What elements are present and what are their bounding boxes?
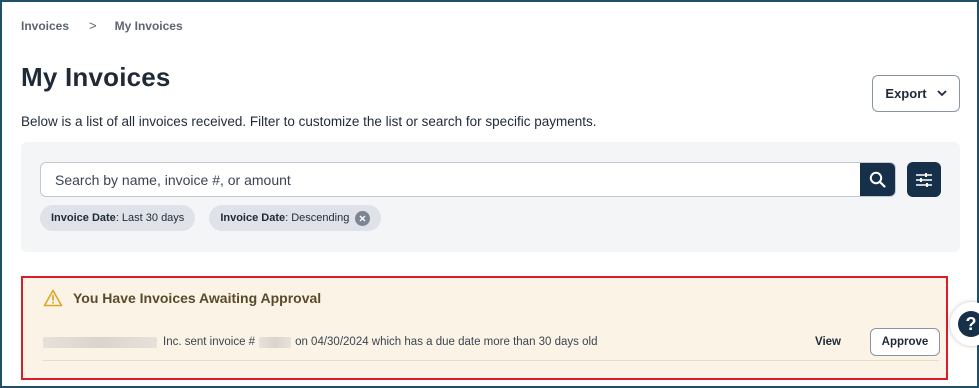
redacted-invoice-number — [259, 336, 292, 348]
filter-panel: Invoice Date : Last 30 days Invoice Date… — [21, 142, 960, 252]
filter-chip-value: : Descending — [285, 212, 350, 224]
chevron-right-icon: > — [89, 18, 97, 33]
chevron-down-icon — [936, 90, 947, 97]
breadcrumb-link-invoices[interactable]: Invoices — [21, 19, 69, 33]
filter-chip-date-range[interactable]: Invoice Date : Last 30 days — [40, 205, 196, 231]
export-button-label: Export — [885, 86, 927, 101]
alert-row-text-part2: on 04/30/2024 which has a due date more … — [295, 336, 598, 348]
warning-icon — [43, 289, 63, 307]
export-button[interactable]: Export — [872, 75, 960, 112]
search-bar — [40, 162, 896, 197]
page-title: My Invoices — [21, 62, 171, 92]
alert-row-text-part1: Inc. sent invoice # — [163, 336, 256, 348]
filter-chip-label: Invoice Date — [51, 212, 116, 224]
filter-chip-sort[interactable]: Invoice Date : Descending — [209, 205, 382, 231]
search-button[interactable] — [860, 163, 895, 196]
filter-settings-button[interactable] — [907, 162, 941, 197]
alert-title: You Have Invoices Awaiting Approval — [73, 290, 322, 306]
filter-chip-label: Invoice Date — [220, 212, 286, 224]
page-description: Below is a list of all invoices received… — [21, 114, 597, 129]
approve-button[interactable]: Approve — [870, 328, 940, 356]
search-icon — [869, 171, 886, 188]
alert-header: You Have Invoices Awaiting Approval — [43, 289, 321, 307]
approval-alert: You Have Invoices Awaiting Approval Inc.… — [21, 276, 948, 380]
help-icon: ? — [958, 311, 979, 337]
redacted-vendor-name — [43, 336, 157, 348]
breadcrumb-current: My Invoices — [114, 18, 183, 33]
list-item: Inc. sent invoice # on 04/30/2024 which … — [43, 324, 940, 361]
filter-chips: Invoice Date : Last 30 days Invoice Date… — [40, 205, 382, 231]
sliders-icon — [916, 172, 932, 187]
view-link[interactable]: View — [815, 324, 841, 361]
breadcrumb: Invoices > My Invoices — [21, 18, 183, 33]
search-input[interactable] — [41, 163, 860, 196]
filter-chip-value: : Last 30 days — [115, 212, 185, 224]
close-icon[interactable] — [355, 210, 371, 226]
